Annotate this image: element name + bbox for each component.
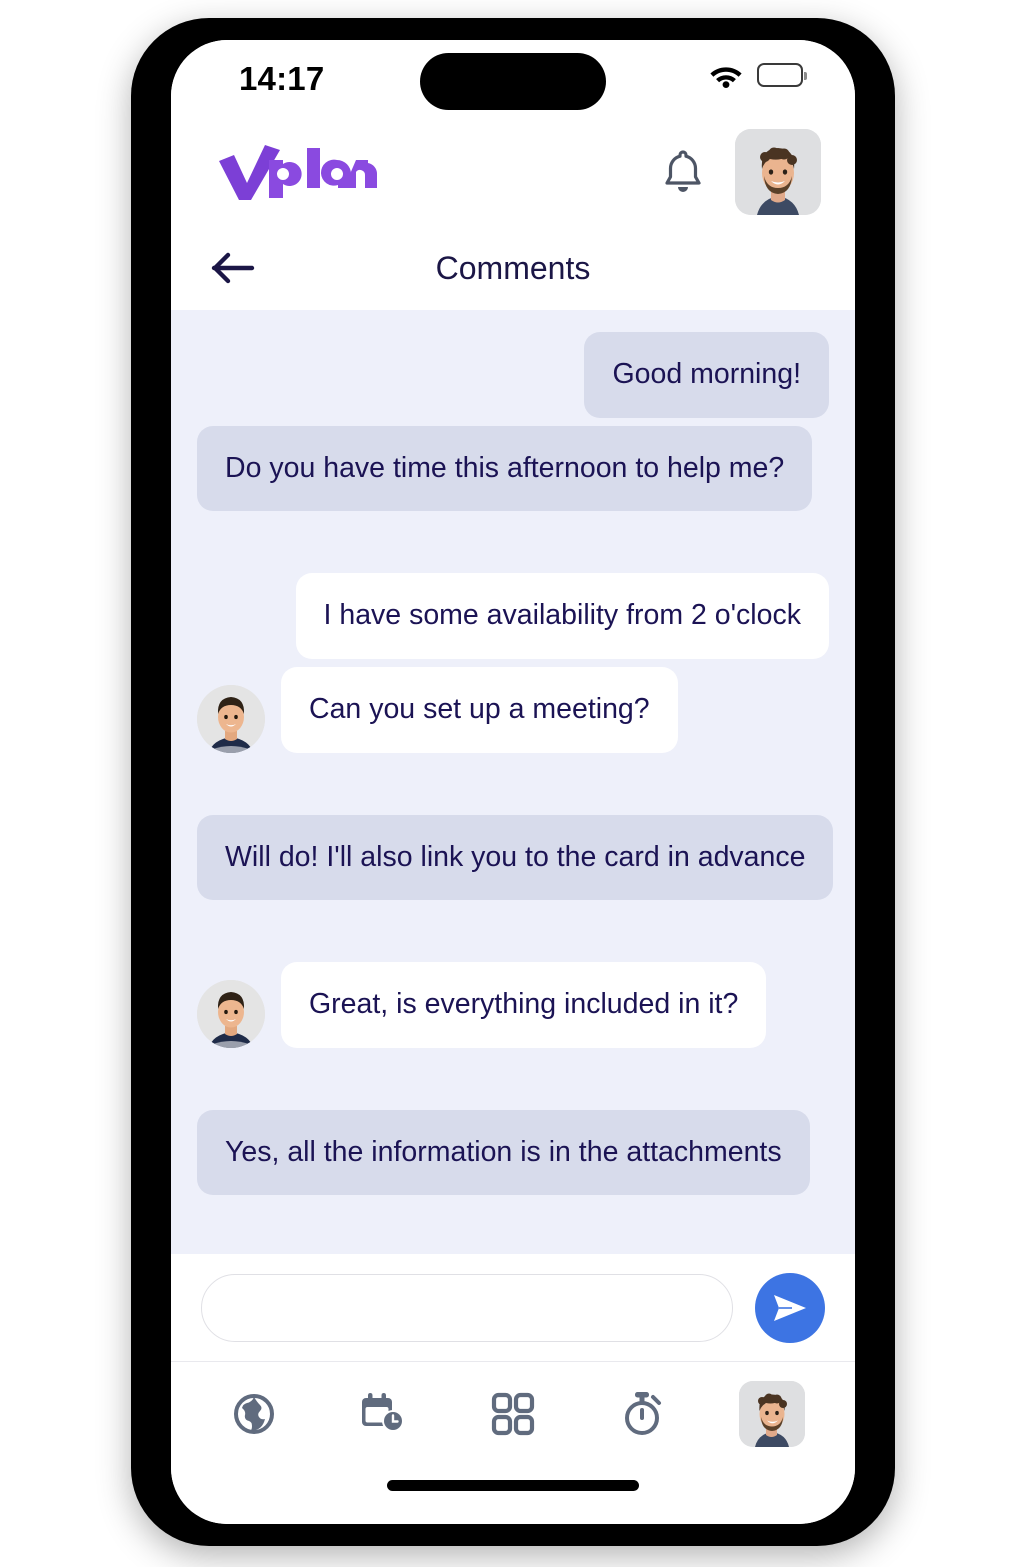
status-time: 14:17 bbox=[239, 60, 325, 97]
profile-avatar-icon bbox=[739, 1381, 806, 1447]
dynamic-island bbox=[420, 53, 606, 110]
nav-item-calendar[interactable] bbox=[337, 1378, 429, 1450]
message-bubble[interactable]: Good morning! bbox=[584, 332, 829, 418]
phone-screen: 14:17 Comments Good morning! Do you have… bbox=[171, 40, 855, 1524]
screenshot-stage: 14:17 Comments Good morning! Do you have… bbox=[0, 0, 1026, 1567]
message-bubble[interactable]: Can you set up a meeting? bbox=[281, 666, 678, 753]
message-bubble[interactable]: Yes, all the information is in the attac… bbox=[197, 1109, 810, 1196]
send-icon bbox=[770, 1290, 810, 1326]
globe-icon bbox=[230, 1390, 278, 1438]
nav-item-grid[interactable] bbox=[467, 1378, 559, 1450]
status-bar: 14:17 bbox=[171, 40, 855, 118]
nav-item-globe[interactable] bbox=[208, 1378, 300, 1450]
message-row: Good morning! bbox=[197, 332, 829, 418]
message-row: Great, is everything included in it? bbox=[197, 962, 829, 1048]
home-indicator[interactable] bbox=[387, 1480, 639, 1491]
home-indicator-area bbox=[171, 1480, 855, 1524]
header-avatar[interactable] bbox=[735, 129, 821, 215]
bell-icon[interactable] bbox=[655, 144, 711, 200]
battery-icon bbox=[757, 63, 807, 87]
nav-item-profile[interactable] bbox=[726, 1378, 818, 1450]
message-row: Can you set up a meeting? bbox=[197, 666, 829, 753]
message-bubble[interactable]: I have some availability from 2 o'clock bbox=[295, 573, 829, 659]
message-bubble[interactable]: Great, is everything included in it? bbox=[281, 962, 767, 1048]
message-row: Will do! I'll also link you to the card … bbox=[197, 814, 834, 901]
back-button[interactable] bbox=[205, 243, 261, 293]
page-title: Comments bbox=[435, 249, 591, 286]
message-bubble[interactable]: Will do! I'll also link you to the card … bbox=[197, 814, 834, 901]
nav-item-stopwatch[interactable] bbox=[597, 1378, 689, 1450]
message-row: Yes, all the information is in the attac… bbox=[197, 1109, 829, 1196]
wifi-icon bbox=[708, 62, 744, 88]
message-row: Do you have time this afternoon to help … bbox=[197, 425, 829, 512]
message-row: I have some availability from 2 o'clock bbox=[197, 573, 829, 659]
message-composer bbox=[171, 1254, 855, 1362]
arrow-left-icon bbox=[211, 251, 255, 285]
send-button[interactable] bbox=[755, 1272, 825, 1343]
status-indicators bbox=[708, 62, 807, 88]
sub-header: Comments bbox=[171, 226, 855, 310]
bottom-navigation bbox=[171, 1362, 855, 1480]
calendar-clock-icon bbox=[358, 1390, 408, 1438]
message-input[interactable] bbox=[201, 1273, 733, 1342]
message-avatar bbox=[197, 979, 265, 1048]
grid-icon bbox=[490, 1391, 536, 1437]
message-bubble[interactable]: Do you have time this afternoon to help … bbox=[197, 425, 813, 512]
message-avatar bbox=[197, 684, 265, 753]
vplan-logo[interactable] bbox=[217, 144, 377, 200]
app-header bbox=[171, 118, 855, 226]
stopwatch-icon bbox=[619, 1389, 667, 1439]
chat-message-list[interactable]: Good morning! Do you have time this afte… bbox=[171, 310, 855, 1254]
